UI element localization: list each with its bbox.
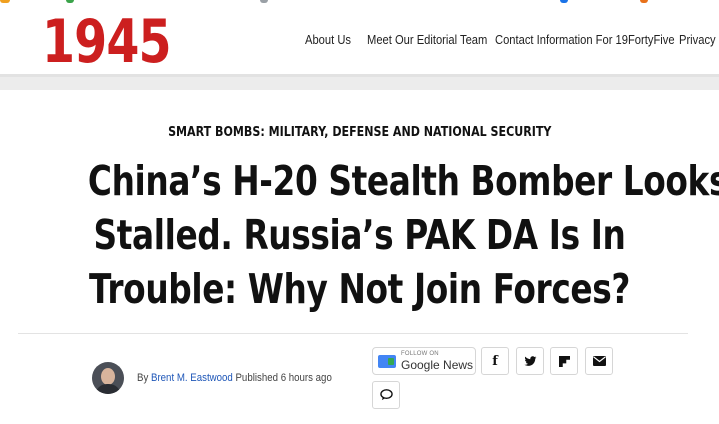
flipboard-icon — [558, 355, 570, 367]
nav-editorial-team[interactable]: Meet Our Editorial Team — [367, 32, 487, 47]
twitter-icon — [524, 355, 536, 366]
title-divider — [18, 333, 688, 334]
published-time: 6 hours ago — [280, 372, 332, 384]
share-facebook-button[interactable]: f — [481, 347, 509, 375]
share-flipboard-button[interactable] — [550, 347, 578, 375]
nav-contact-information[interactable]: Contact Information For 19FortyFive — [495, 32, 675, 47]
byline: By Brent M. Eastwood Published 6 hours a… — [137, 372, 332, 384]
share-twitter-button[interactable] — [516, 347, 544, 375]
nav-about-us[interactable]: About Us — [305, 32, 351, 47]
follow-on-label: FOLLOW ON — [401, 351, 439, 357]
main-nav: About Us Meet Our Editorial Team Contact… — [0, 32, 719, 52]
comment-icon — [379, 389, 393, 401]
facebook-icon: f — [492, 353, 498, 369]
article-title: China’s H-20 Stealth Bomber Looks Stalle… — [20, 154, 719, 316]
share-email-button[interactable] — [585, 347, 613, 375]
article-title-line: Stalled. Russia’s PAK DA Is In — [93, 211, 626, 259]
author-link[interactable]: Brent M. Eastwood — [151, 372, 233, 384]
comments-button[interactable] — [372, 381, 400, 409]
header-shadow-band — [0, 74, 719, 90]
article-category[interactable]: SMART BOMBS: MILITARY, DEFENSE AND NATIO… — [0, 124, 719, 140]
google-news-follow-button[interactable]: FOLLOW ON Google News — [372, 347, 476, 375]
author-avatar[interactable] — [92, 362, 124, 394]
google-news-icon — [378, 355, 396, 368]
byline-by: By — [137, 372, 149, 384]
article-title-line: China’s H-20 Stealth Bomber Looks — [87, 157, 719, 205]
email-icon — [592, 356, 606, 366]
google-news-label: Google News — [401, 358, 474, 372]
site-header: 1945 About Us Meet Our Editorial Team Co… — [0, 4, 719, 74]
article-title-line: Trouble: Why Not Join Forces? — [89, 265, 630, 313]
published-label: Published — [235, 372, 279, 384]
nav-privacy[interactable]: Privacy F — [679, 32, 719, 47]
